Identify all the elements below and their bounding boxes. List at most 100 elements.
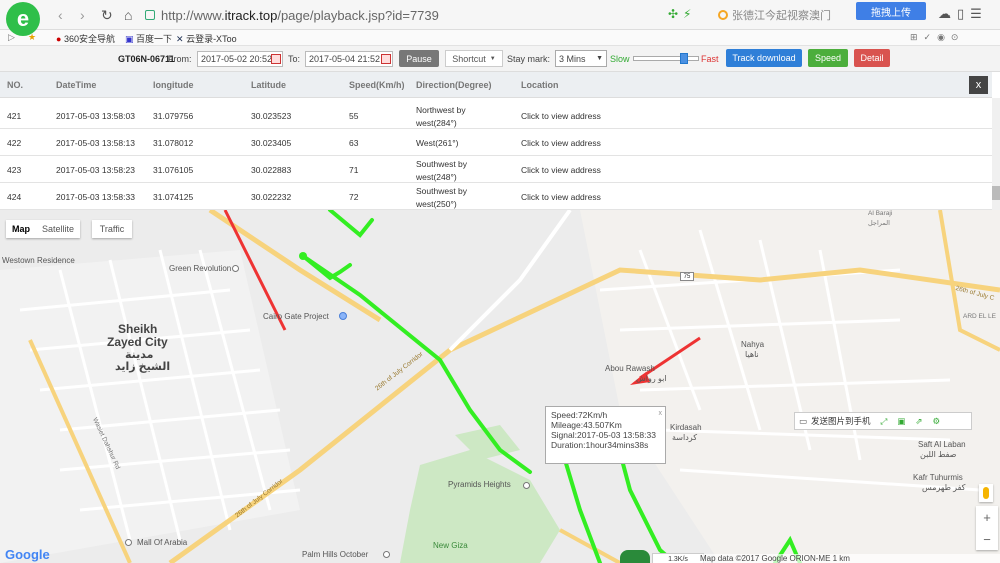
browser-toolbar: e ‹ › ↻ ⌂ http://www. itrack.top/page/pla… (0, 0, 1000, 36)
cell-datetime: 2017-05-03 13:58:23 (56, 165, 135, 175)
cell-longitude: 31.078012 (153, 138, 194, 148)
table-row[interactable]: 422 2017-05-03 13:58:13 31.078012 30.023… (0, 129, 992, 156)
map-label-baraji: Al Baraji (868, 210, 893, 217)
pause-button[interactable]: Pause (399, 50, 439, 67)
map-canvas (0, 210, 1000, 563)
map-label-kafr-ar: كفر طهرمس (922, 483, 966, 492)
share-icon[interactable]: ⇗ (915, 416, 922, 427)
cell-location-link[interactable]: Click to view address (521, 192, 601, 202)
header-location: Location (521, 80, 559, 90)
map-label-sheikh-ar2: الشيخ زايد (115, 361, 171, 373)
close-table-button[interactable]: x (969, 76, 988, 94)
cell-location-link[interactable]: Click to view address (521, 165, 601, 175)
from-label: From: (168, 54, 192, 64)
speed-button[interactable]: Speed (808, 49, 848, 67)
cell-longitude: 31.074125 (153, 192, 194, 202)
address-bar[interactable]: http://www. itrack.top/page/playback.jsp?… (145, 5, 655, 25)
url-prefix: http://www. (161, 7, 225, 23)
popup-close-icon[interactable]: x (659, 409, 663, 419)
cell-speed: 63 (349, 138, 359, 148)
map-label-green-revolution: Green Revolution (169, 264, 232, 273)
tab-satellite[interactable]: Satellite (36, 220, 80, 238)
cell-longitude: 31.079756 (153, 111, 194, 121)
lightning-icon[interactable]: ⚡ (683, 7, 691, 21)
fullscreen-icon[interactable]: ⤢ (881, 416, 888, 427)
reload-icon[interactable]: ↻ (101, 7, 113, 24)
map-label-nahya: Nahya (741, 340, 765, 349)
save-icon[interactable]: ▣ (897, 416, 905, 427)
bookmark-tools-icons[interactable]: ⊞✓◉⊙ (910, 32, 964, 43)
scrollbar-thumb[interactable] (992, 186, 1000, 200)
speed-slider[interactable] (633, 53, 699, 64)
bookmark-item-baidu[interactable]: ▣ 百度一下 (125, 32, 172, 45)
send-to-phone-label[interactable]: 发送图片到手机 (811, 415, 871, 427)
table-row[interactable]: 421 2017-05-03 13:58:03 31.079756 30.023… (0, 102, 992, 129)
place-marker-icon (339, 312, 347, 320)
table-row[interactable]: 423 2017-05-03 13:58:23 31.076105 30.022… (0, 156, 992, 183)
cell-latitude: 30.022883 (251, 165, 292, 175)
cell-speed: 72 (349, 192, 359, 202)
browser-menu-icons[interactable]: ☁▯☰ (938, 6, 988, 22)
place-marker-icon (383, 551, 390, 558)
map-label-kirdasah: Kirdasah (670, 423, 702, 432)
cell-no: 422 (7, 138, 22, 148)
cell-no: 421 (7, 111, 22, 121)
calendar-icon[interactable] (271, 54, 281, 64)
home-icon[interactable]: ⌂ (124, 7, 132, 23)
search-engine-icon (718, 10, 728, 20)
playback-toolbar: GT06N-06711 From: 2017-05-02 20:52 To: 2… (0, 46, 1000, 72)
settings-icon[interactable]: ⚙ (933, 416, 941, 427)
popup-signal: Signal:2017-05-03 13:58:33 (551, 430, 656, 440)
map-view[interactable]: Map Satellite Traffic Westown Residence … (0, 210, 1000, 563)
search-input[interactable]: 张德江今起视察澳门 (718, 5, 848, 25)
google-logo: Google (5, 547, 50, 562)
shield-icon[interactable]: ✣ (668, 7, 678, 21)
cell-location-link[interactable]: Click to view address (521, 111, 601, 121)
map-label-kirdasah-ar: كرداسة (672, 433, 697, 442)
zoom-in-button[interactable]: + (976, 506, 998, 528)
back-icon[interactable]: ‹ (58, 7, 63, 23)
traffic-button[interactable]: Traffic (92, 220, 132, 238)
table-row[interactable]: 424 2017-05-03 13:58:33 31.074125 30.022… (0, 183, 992, 210)
zoom-control: + − (976, 506, 998, 550)
cell-location-link[interactable]: Click to view address (521, 138, 601, 148)
tab-map[interactable]: Map (6, 220, 36, 238)
bookmark-label: 云登录-XToo (186, 34, 237, 44)
slider-thumb[interactable] (680, 53, 688, 64)
cell-longitude: 31.076105 (153, 165, 194, 175)
cell-direction: Southwest by west(250°) (416, 186, 468, 209)
to-date-input[interactable]: 2017-05-04 21:52 (305, 51, 393, 67)
forward-icon[interactable]: › (80, 7, 85, 23)
to-date-value: 2017-05-04 21:52 (309, 54, 381, 64)
cell-latitude: 30.022232 (251, 192, 292, 202)
popup-duration: Duration:1hour34mins38s (551, 440, 649, 450)
header-longitude: longitude (153, 80, 194, 90)
bookmark-item-xtoo[interactable]: ✕ 云登录-XToo (176, 32, 237, 45)
map-label-cairo-gate: Cairo Gate Project (263, 312, 329, 321)
map-label-sheikh: Sheikh (118, 322, 158, 336)
map-label-abou-rawash: Abou Rawash (605, 364, 655, 373)
table-scrollbar[interactable] (992, 98, 1000, 210)
from-date-input[interactable]: 2017-05-02 20:52 (197, 51, 283, 67)
map-label-baraji-ar: المراجل (868, 220, 890, 227)
chevron-down-icon: ▼ (596, 55, 603, 62)
send-to-phone-icon[interactable]: ▭ (799, 416, 807, 427)
shortcut-dropdown[interactable]: Shortcut ▼ (445, 50, 503, 67)
fast-label: Fast (701, 54, 719, 64)
bookmark-item-360[interactable]: ● 360安全导航 (56, 32, 115, 45)
detail-button[interactable]: Detail (854, 49, 890, 67)
staymark-label: Stay mark: (507, 54, 551, 64)
zoom-out-button[interactable]: − (976, 528, 998, 550)
shortcut-label: Shortcut (452, 53, 486, 64)
map-label-kafr: Kafr Tuhurmis (913, 473, 963, 482)
vehicle-info-popup: x Speed:72Km/h Mileage:43.507Km Signal:2… (545, 406, 666, 464)
track-download-button[interactable]: Track download (726, 49, 802, 67)
header-datetime: DateTime (56, 80, 97, 90)
upload-button[interactable]: 拖拽上传 (856, 2, 926, 20)
map-type-tabs: Map Satellite (6, 220, 81, 238)
calendar-icon[interactable] (381, 54, 391, 64)
map-label-westown: Westown Residence (2, 256, 75, 265)
cell-datetime: 2017-05-03 13:58:03 (56, 111, 135, 121)
staymark-select[interactable]: 3 Mins ▼ (555, 50, 607, 67)
street-view-icon[interactable] (979, 484, 993, 502)
